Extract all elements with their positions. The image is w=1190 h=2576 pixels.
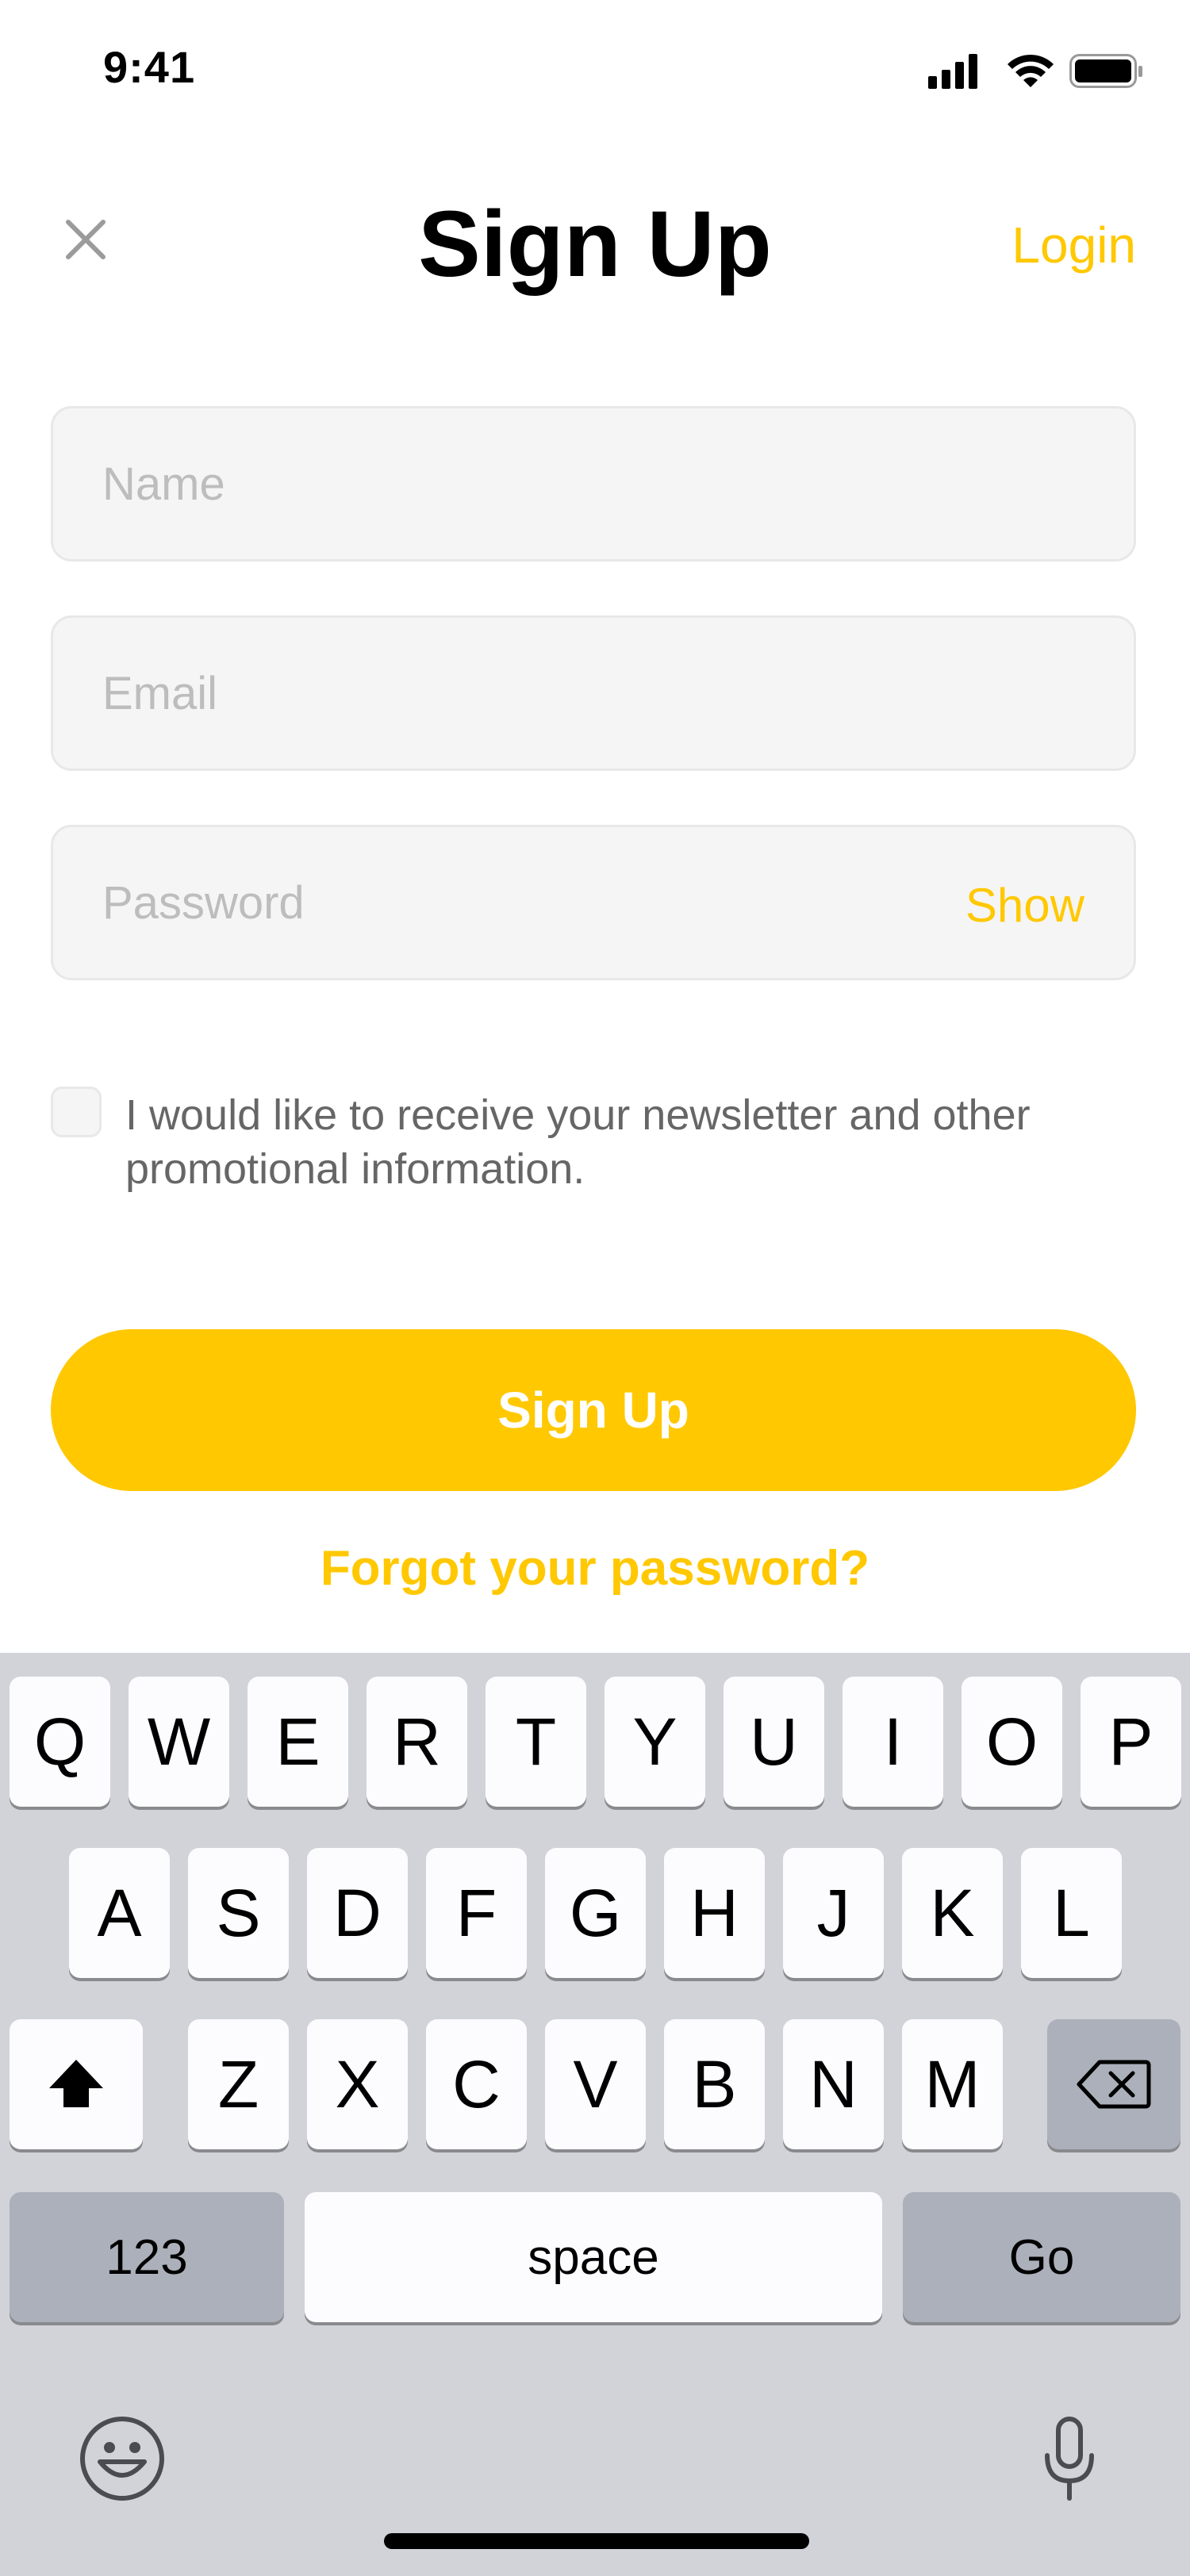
- status-time: 9:41: [103, 42, 196, 92]
- show-password-toggle[interactable]: Show: [965, 878, 1084, 933]
- key-c[interactable]: C: [426, 2019, 527, 2149]
- newsletter-label: I would like to receive your newsletter …: [125, 1091, 1031, 1193]
- signup-button-label: Sign Up: [497, 1382, 689, 1439]
- email-input[interactable]: [102, 618, 896, 769]
- newsletter-checkbox[interactable]: [51, 1087, 102, 1137]
- key-w[interactable]: W: [129, 1677, 229, 1807]
- battery-icon: [1069, 54, 1142, 88]
- go-key[interactable]: Go: [903, 2192, 1180, 2322]
- key-z[interactable]: Z: [188, 2019, 289, 2149]
- keyboard: Q W E R T Y U I O P A S D F G H J K L Z …: [0, 1653, 1190, 2576]
- key-n[interactable]: N: [783, 2019, 884, 2149]
- backspace-icon: [1077, 2060, 1151, 2109]
- key-a[interactable]: A: [69, 1848, 170, 1978]
- key-b[interactable]: B: [664, 2019, 765, 2149]
- name-input[interactable]: [102, 408, 896, 559]
- key-y[interactable]: Y: [605, 1677, 705, 1807]
- key-j[interactable]: J: [783, 1848, 884, 1978]
- key-m[interactable]: M: [902, 2019, 1003, 2149]
- name-field[interactable]: [51, 406, 1136, 562]
- key-v[interactable]: V: [545, 2019, 646, 2149]
- key-e[interactable]: E: [248, 1677, 348, 1807]
- key-o[interactable]: O: [962, 1677, 1062, 1807]
- numbers-key[interactable]: 123: [10, 2192, 284, 2322]
- password-field[interactable]: Show: [51, 825, 1136, 980]
- key-d[interactable]: D: [307, 1848, 408, 1978]
- status-icons: [928, 54, 1142, 89]
- signup-button[interactable]: Sign Up: [51, 1329, 1136, 1491]
- key-i[interactable]: I: [843, 1677, 943, 1807]
- backspace-key[interactable]: [1047, 2019, 1180, 2149]
- cellular-signal-icon: [928, 54, 977, 89]
- shift-icon: [49, 2060, 103, 2107]
- key-q[interactable]: Q: [10, 1677, 110, 1807]
- key-u[interactable]: U: [724, 1677, 824, 1807]
- key-f[interactable]: F: [426, 1848, 527, 1978]
- key-h[interactable]: H: [664, 1848, 765, 1978]
- key-l[interactable]: L: [1021, 1848, 1122, 1978]
- key-t[interactable]: T: [486, 1677, 586, 1807]
- home-indicator: [384, 2533, 809, 2549]
- login-link[interactable]: Login: [1012, 216, 1136, 274]
- email-field[interactable]: [51, 615, 1136, 771]
- shift-key[interactable]: [10, 2019, 143, 2149]
- microphone-icon[interactable]: [1041, 2416, 1098, 2503]
- password-input[interactable]: [102, 827, 896, 978]
- emoji-icon[interactable]: [78, 2414, 167, 2503]
- forgot-password-link[interactable]: Forgot your password?: [0, 1540, 1190, 1597]
- space-key[interactable]: space: [305, 2192, 882, 2322]
- key-s[interactable]: S: [188, 1848, 289, 1978]
- key-r[interactable]: R: [367, 1677, 467, 1807]
- key-p[interactable]: P: [1081, 1677, 1181, 1807]
- key-g[interactable]: G: [545, 1848, 646, 1978]
- key-k[interactable]: K: [902, 1848, 1003, 1978]
- wifi-icon: [1008, 54, 1054, 87]
- key-x[interactable]: X: [307, 2019, 408, 2149]
